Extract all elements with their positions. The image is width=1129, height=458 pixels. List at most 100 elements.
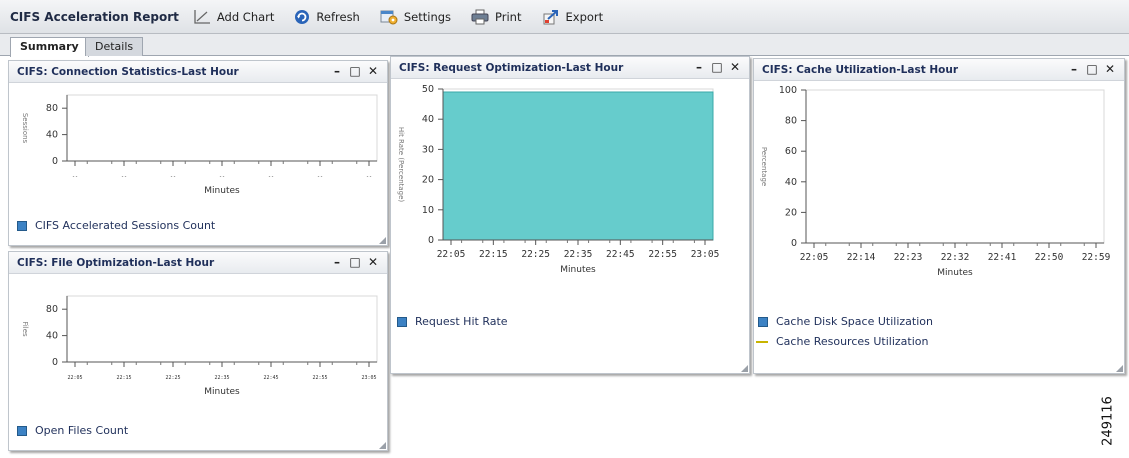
export-icon [543,9,558,24]
file-optimization-panel: CIFS: File Optimization-Last Hour – □ ✕ … [8,251,388,451]
y-tick-label: 50 [422,84,434,95]
close-icon[interactable]: ✕ [367,64,379,78]
x-tick-label: 22:14 [847,252,876,263]
close-icon[interactable]: ✕ [729,60,741,74]
maximize-icon[interactable]: □ [349,64,361,78]
close-icon[interactable]: ✕ [1104,62,1116,76]
x-tick-label: -- [268,174,274,180]
x-tick-label: 22:25 [165,375,180,381]
y-tick-label: 40 [46,331,58,342]
figure-id-label: 249116 [1100,396,1116,446]
x-tick-label: 22:55 [312,375,327,381]
y-axis-label: Files [21,321,29,337]
legend-swatch [17,220,27,231]
legend-item: CIFS Accelerated Sessions Count [17,219,215,232]
print-button[interactable]: Print [471,9,522,25]
panel-header: CIFS: File Optimization-Last Hour – □ ✕ [9,252,387,274]
resize-handle[interactable] [741,365,748,372]
x-tick-label: 22:41 [988,252,1017,263]
connection-statistics-chart: 0 40 80 -- -- -- -- -- -- -- Minutes Sessions [21,94,378,196]
legend-label: Cache Resources Utilization [776,335,929,348]
legend-item: Cache Disk Space Utilization [758,315,933,328]
x-tick-label: 22:35 [564,249,593,260]
panel-title: CIFS: Cache Utilization-Last Hour [762,64,959,76]
minimize-icon[interactable]: – [331,64,343,78]
x-tick-label: 22:05 [800,252,829,263]
x-tick-label: 22:45 [606,249,635,260]
x-tick-label: 22:59 [1082,252,1111,263]
x-tick-label: 22:05 [437,249,466,260]
panel-header: CIFS: Cache Utilization-Last Hour – □ ✕ [754,59,1124,81]
settings-button[interactable]: Settings [380,9,451,25]
add-chart-icon [194,9,210,24]
y-tick-label: 40 [422,114,434,125]
print-icon [471,9,489,24]
legend-label: Cache Disk Space Utilization [776,315,933,328]
legend-swatch [397,316,407,327]
x-tick-label: 22:55 [648,249,677,260]
settings-label: Settings [403,9,452,24]
app-title: CIFS Acceleration Report [10,9,179,24]
x-axis-label: Minutes [937,268,973,278]
panel-title: CIFS: Connection Statistics-Last Hour [17,66,239,78]
y-tick-label: 40 [46,130,58,141]
y-axis-label: Hit Rate (Percentage) [397,127,405,203]
x-tick-label: 22:50 [1035,252,1064,263]
x-tick-label: 22:15 [479,249,508,260]
y-tick-label: 80 [46,103,58,114]
export-button[interactable]: Export [542,9,603,25]
minimize-icon[interactable]: – [693,60,705,74]
panel-title: CIFS: File Optimization-Last Hour [17,257,215,269]
legend-swatch [758,316,768,327]
maximize-icon[interactable]: □ [711,60,723,74]
legend-item: Open Files Count [17,424,128,437]
plot-area [66,295,378,363]
request-optimization-chart: 0 10 20 30 40 50 22:05 22:15 22:25 22:35 22:45 22:5… [397,84,719,275]
print-label: Print [495,9,522,24]
close-icon[interactable]: ✕ [367,255,379,269]
legend-label: Open Files Count [35,424,129,437]
y-tick-label: 0 [52,156,58,167]
maximize-icon[interactable]: □ [349,255,361,269]
cache-utilization-panel: CIFS: Cache Utilization-Last Hour – □ ✕ … [753,58,1125,374]
x-axis-label: Minutes [204,186,240,196]
refresh-button[interactable]: Refresh [294,9,360,25]
x-axis-label: Minutes [560,265,596,275]
legend-line-swatch [756,340,768,343]
x-tick-label: -- [72,174,78,180]
resize-handle[interactable] [379,442,386,449]
area-series-request-hit-rate [442,91,714,241]
panel-header: CIFS: Connection Statistics-Last Hour – … [9,61,387,83]
y-tick-label: 80 [46,304,58,315]
x-tick-label: -- [121,174,127,180]
x-tick-label: 22:35 [214,375,229,381]
minimize-icon[interactable]: – [331,255,343,269]
resize-handle[interactable] [379,237,386,244]
add-chart-button[interactable]: Add Chart [193,9,275,25]
legend-label: CIFS Accelerated Sessions Count [35,219,216,232]
file-optimization-chart: 0 40 80 22:05 22:15 22:25 22:35 22:45 22:55 23:05… [21,295,378,397]
minimize-icon[interactable]: – [1068,62,1080,76]
legend-item: Request Hit Rate [397,315,508,328]
x-tick-label: -- [170,174,176,180]
resize-handle[interactable] [1116,365,1123,372]
y-tick-label: 20 [785,207,797,218]
x-tick-label: -- [366,174,372,180]
tab-details[interactable]: Details [85,37,144,56]
x-tick-label: 22:15 [116,375,131,381]
plot-area [805,89,1105,244]
y-axis-label: Percentage [760,147,768,186]
refresh-icon [295,9,310,24]
y-tick-label: 60 [785,146,797,157]
x-tick-label: 22:25 [521,249,550,260]
x-tick-label: 22:23 [894,252,923,263]
y-tick-label: 10 [422,205,434,216]
y-tick-label: 20 [422,175,434,186]
connection-statistics-panel: CIFS: Connection Statistics-Last Hour – … [8,60,388,246]
panel-header: CIFS: Request Optimization-Last Hour – □… [391,57,749,79]
x-tick-label: 22:05 [67,375,82,381]
maximize-icon[interactable]: □ [1086,62,1098,76]
x-axis-label: Minutes [204,387,240,397]
tab-summary[interactable]: Summary [10,37,89,57]
add-chart-label: Add Chart [216,9,275,24]
